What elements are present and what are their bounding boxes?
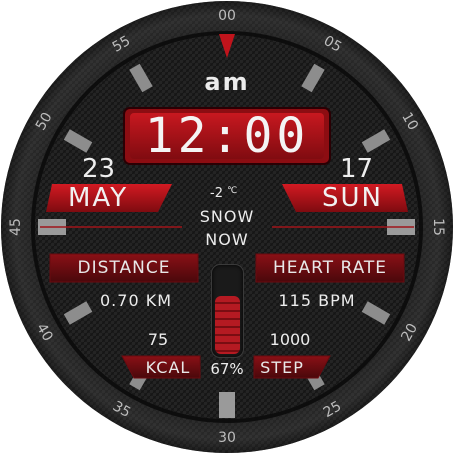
- bezel-numeral-30: 30: [218, 430, 236, 446]
- bezel-numeral-15: 15: [430, 218, 446, 236]
- battery-fill: [215, 296, 240, 354]
- heart-rate-label: HEART RATE: [272, 258, 388, 278]
- temperature-value: -2 ℃: [210, 186, 238, 201]
- temperature-number: -2: [210, 186, 223, 201]
- kcal-label: KCAL: [145, 358, 191, 377]
- ampm-label: am: [204, 68, 250, 96]
- bezel-numeral-45: 45: [8, 218, 24, 236]
- distance-label: DISTANCE: [77, 258, 171, 278]
- month-label: MAY: [68, 183, 129, 213]
- temperature-unit: ℃: [227, 186, 238, 196]
- kcal-value: 75: [147, 330, 169, 349]
- battery-gauge: [211, 264, 244, 358]
- step-label: STEP: [260, 358, 304, 377]
- distance-value: 0.70 KM: [99, 291, 173, 310]
- time-display: 12:00: [144, 108, 310, 164]
- weekday-number: 17: [340, 154, 374, 184]
- bezel-numeral-00: 00: [218, 8, 236, 24]
- step-value: 1000: [269, 330, 311, 349]
- battery-percent: 67%: [210, 360, 244, 378]
- day-number: 23: [82, 154, 116, 184]
- weather-line2: NOW: [205, 230, 249, 249]
- weather-line1: SNOW: [199, 207, 255, 226]
- heart-rate-value: 115 BPM: [278, 291, 356, 310]
- weekday-label: SUN: [322, 183, 383, 213]
